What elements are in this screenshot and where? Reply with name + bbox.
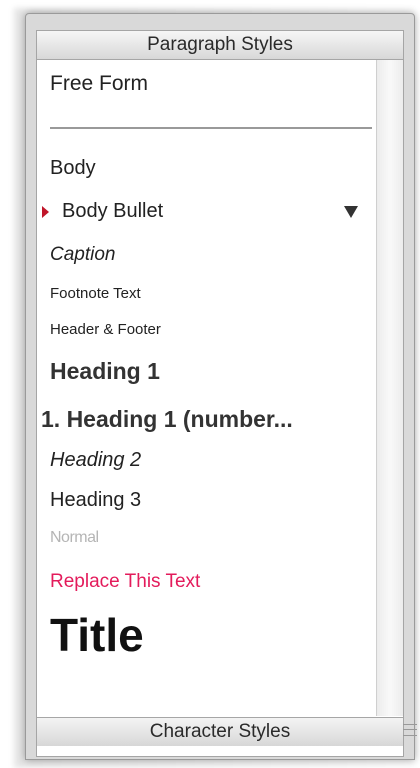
style-item-free-form[interactable]: Free Form (50, 72, 148, 96)
vertical-scrollbar[interactable] (376, 60, 403, 716)
selected-style-marker-icon (42, 206, 49, 218)
style-item-normal[interactable]: Normal (50, 529, 99, 547)
character-styles-header[interactable]: Character Styles (37, 717, 403, 746)
style-item-footnote-text[interactable]: Footnote Text (50, 285, 141, 302)
style-item-title[interactable]: Title (50, 608, 144, 662)
style-item-body[interactable]: Body (50, 157, 96, 180)
style-item-heading-2[interactable]: Heading 2 (50, 449, 141, 472)
style-item-caption[interactable]: Caption (50, 244, 116, 266)
dropdown-arrow-icon[interactable] (344, 206, 358, 218)
style-item-header-footer[interactable]: Header & Footer (50, 321, 161, 338)
style-item-heading-3[interactable]: Heading 3 (50, 489, 141, 512)
styles-panel: Paragraph Styles Free Form Body Body Bul… (25, 13, 417, 760)
style-item-heading-1[interactable]: Heading 1 (50, 358, 160, 385)
grip-icon[interactable] (403, 724, 417, 736)
style-item-body-bullet[interactable]: Body Bullet (62, 200, 163, 223)
list-separator (50, 127, 372, 129)
paragraph-styles-header[interactable]: Paragraph Styles (37, 31, 403, 60)
style-item-replace-this-text[interactable]: Replace This Text (50, 571, 200, 593)
style-item-heading-1-numbered[interactable]: 1. Heading 1 (number... (41, 406, 293, 433)
paragraph-style-list: Free Form Body Body Bullet Caption Footn… (37, 60, 375, 716)
styles-panel-body: Paragraph Styles Free Form Body Body Bul… (36, 30, 404, 757)
